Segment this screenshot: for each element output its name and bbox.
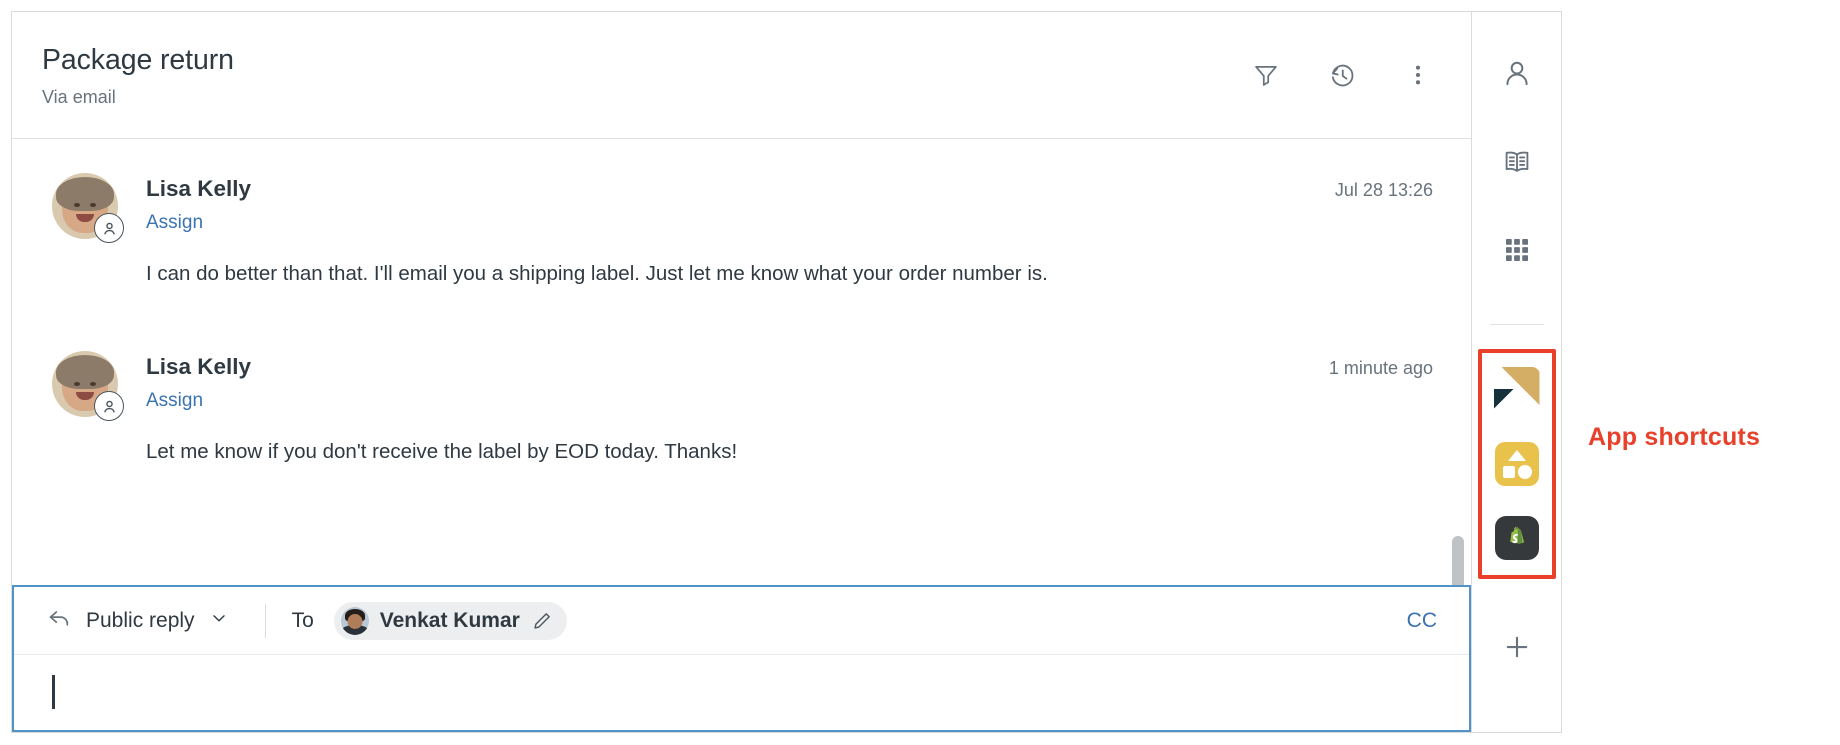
reply-body-input[interactable] [14, 655, 1469, 730]
filter-icon [1252, 61, 1280, 89]
sidebar-item-customer[interactable] [1493, 52, 1541, 100]
reply-type-label: Public reply [86, 609, 195, 633]
conversation-header: Package return Via email [12, 12, 1471, 139]
message-body: Lisa Kelly 1 minute ago Assign Let me kn… [146, 351, 1437, 467]
sidebar-item-apps[interactable] [1493, 228, 1541, 276]
conversation-panel: Package return Via email [11, 11, 1471, 733]
reply-arrow-icon [46, 605, 72, 636]
message-timestamp: Jul 28 13:26 [1335, 180, 1437, 201]
filter-button[interactable] [1249, 58, 1283, 92]
rail-divider [1490, 324, 1544, 325]
plus-icon [1502, 632, 1532, 667]
right-icon-rail [1471, 11, 1562, 733]
header-actions [1249, 58, 1437, 92]
message-header: Lisa Kelly Jul 28 13:26 [146, 175, 1437, 202]
conversation-channel: Via email [42, 87, 234, 109]
recipient-chip[interactable]: Venkat Kumar [334, 602, 567, 640]
message-header: Lisa Kelly 1 minute ago [146, 353, 1437, 380]
history-icon [1328, 61, 1357, 90]
yellow-tile-icon [1495, 442, 1539, 486]
app-shortcut-gold[interactable] [1494, 367, 1540, 413]
message-item: Lisa Kelly 1 minute ago Assign Let me kn… [12, 289, 1471, 467]
more-options-icon [1405, 62, 1431, 88]
message-list-scrollbar[interactable] [1452, 536, 1464, 585]
message-body: Lisa Kelly Jul 28 13:26 Assign I can do … [146, 173, 1437, 289]
recipient-avatar [341, 607, 369, 635]
assign-link[interactable]: Assign [146, 390, 203, 412]
edit-pencil-icon[interactable] [531, 610, 553, 632]
app-shortcut-yellow[interactable] [1494, 441, 1540, 487]
navy-triangle-icon [1494, 389, 1514, 409]
annotation-app-shortcuts: App shortcuts [1588, 423, 1760, 452]
to-label: To [292, 609, 314, 633]
message-timestamp: 1 minute ago [1329, 358, 1437, 379]
recipient-name: Venkat Kumar [380, 609, 520, 633]
message-author: Lisa Kelly [146, 175, 251, 202]
user-badge-icon [94, 213, 124, 243]
message-text: Let me know if you don't receive the lab… [146, 436, 1399, 467]
reply-composer: Public reply To Venkat Kumar [12, 585, 1471, 732]
more-options-button[interactable] [1401, 58, 1435, 92]
message-item: Lisa Kelly Jul 28 13:26 Assign I can do … [12, 139, 1471, 289]
assign-link[interactable]: Assign [146, 212, 203, 234]
reply-type-selector[interactable]: Public reply [40, 601, 235, 640]
avatar [52, 173, 118, 239]
text-caret [52, 675, 55, 709]
knowledge-book-icon [1501, 146, 1533, 183]
gold-corner-icon [1502, 367, 1540, 405]
message-list[interactable]: Lisa Kelly Jul 28 13:26 Assign I can do … [12, 139, 1471, 585]
add-app-button[interactable] [1493, 625, 1541, 673]
header-titles: Package return Via email [42, 44, 234, 108]
chevron-down-icon [209, 608, 229, 633]
message-text: I can do better than that. I'll email yo… [146, 258, 1399, 289]
page-title: Package return [42, 44, 234, 77]
app-shortcuts-group [1478, 349, 1556, 579]
cc-button[interactable]: CC [1407, 609, 1447, 633]
sidebar-item-knowledge[interactable] [1493, 140, 1541, 188]
message-author: Lisa Kelly [146, 353, 251, 380]
history-button[interactable] [1325, 58, 1359, 92]
shopify-icon [1495, 516, 1539, 560]
user-icon [1501, 58, 1533, 95]
composer-toolbar: Public reply To Venkat Kumar [14, 587, 1469, 655]
user-badge-icon [94, 391, 124, 421]
screen-root: Package return Via email [0, 0, 1840, 745]
avatar [52, 351, 118, 417]
composer-divider [265, 604, 266, 638]
app-shortcut-shopify[interactable] [1494, 515, 1540, 561]
apps-grid-icon [1502, 235, 1532, 270]
